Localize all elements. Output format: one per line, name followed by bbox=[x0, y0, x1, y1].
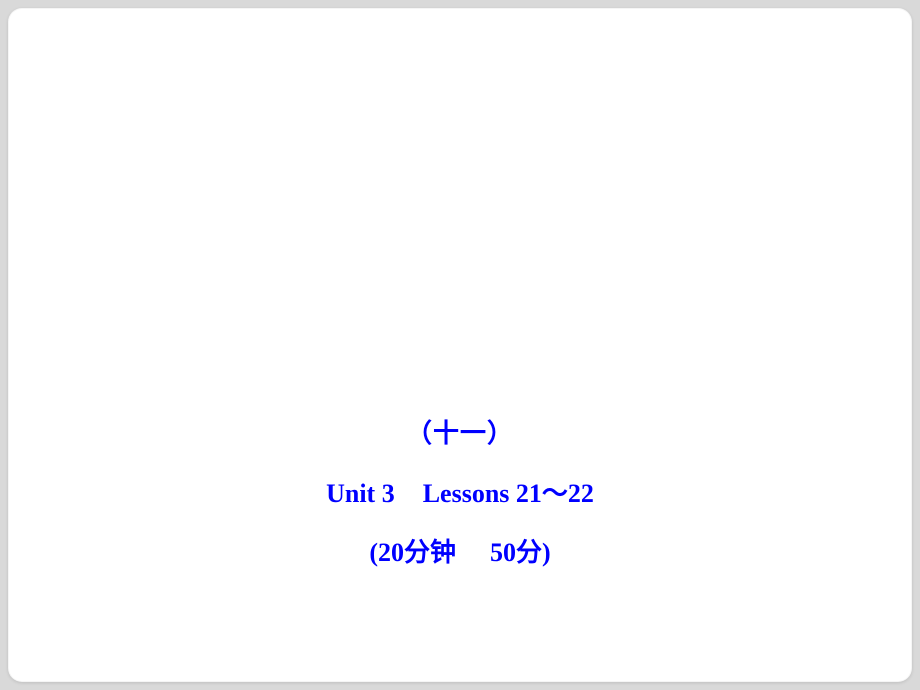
slide-unit-lesson: Unit 3 Lessons 21～22 bbox=[326, 473, 594, 515]
slide-section-number: （十一） bbox=[326, 413, 594, 455]
slide-content: （十一） Unit 3 Lessons 21～22 (20分钟 50分) bbox=[326, 395, 594, 592]
unit-label: Unit 3 bbox=[326, 479, 395, 508]
time-text: (20分钟 bbox=[369, 538, 456, 567]
lessons-label: Lessons 21～22 bbox=[423, 479, 594, 508]
slide-card: （十一） Unit 3 Lessons 21～22 (20分钟 50分) bbox=[8, 8, 912, 682]
slide-time-score: (20分钟 50分) bbox=[326, 532, 594, 574]
score-text: 50分) bbox=[490, 538, 551, 567]
